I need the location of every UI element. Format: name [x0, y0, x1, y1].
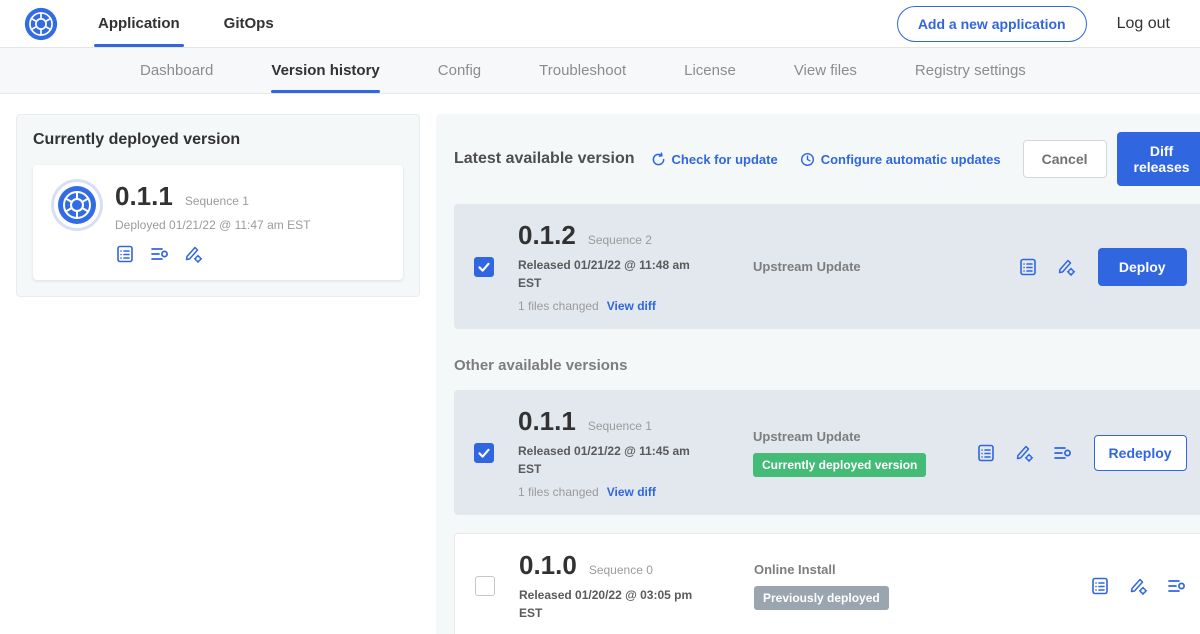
release-notes-icon[interactable]: [1090, 576, 1110, 596]
version-row-0-1-0: 0.1.0 Sequence 0 Released 01/20/22 @ 03:…: [454, 533, 1200, 634]
deployed-timestamp: Deployed 01/21/22 @ 11:47 am EST: [115, 218, 385, 232]
check-for-update-link[interactable]: Check for update: [651, 152, 778, 167]
previously-deployed-badge: Previously deployed: [754, 586, 889, 610]
tab-gitops[interactable]: GitOps: [224, 0, 274, 47]
released-timestamp: Released 01/21/22 @ 11:48 am EST: [518, 256, 703, 292]
view-diff-link[interactable]: View diff: [607, 299, 656, 313]
version-info: 0.1.0 Sequence 0 Released 01/20/22 @ 03:…: [519, 550, 754, 622]
subnav-view-files[interactable]: View files: [794, 48, 857, 93]
subnav-license[interactable]: License: [684, 48, 736, 93]
subnav-version-history[interactable]: Version history: [271, 48, 379, 93]
version-checkbox[interactable]: [474, 443, 494, 463]
currently-deployed-panel: Currently deployed version: [16, 114, 420, 297]
logout-link[interactable]: Log out: [1117, 15, 1170, 33]
version-actions: Redeploy: [976, 435, 1187, 471]
view-logs-icon[interactable]: [1166, 576, 1186, 596]
view-logs-icon[interactable]: [149, 244, 169, 264]
version-source: Online Install Previously deployed: [754, 562, 1090, 610]
view-logs-icon[interactable]: [1052, 443, 1072, 463]
kubernetes-app-icon: [57, 185, 97, 225]
deployed-panel-title: Currently deployed version: [33, 131, 403, 149]
add-application-button[interactable]: Add a new application: [897, 6, 1087, 42]
deployed-version-info: 0.1.1 Sequence 1 Deployed 01/21/22 @ 11:…: [115, 181, 385, 264]
version-source: Upstream Update Currently deployed versi…: [753, 429, 976, 477]
subnav-troubleshoot[interactable]: Troubleshoot: [539, 48, 626, 93]
main-content: Currently deployed version: [0, 94, 1200, 634]
edit-config-icon[interactable]: [1014, 443, 1034, 463]
primary-tabs: Application GitOps: [98, 0, 274, 47]
deployed-action-icons: [115, 244, 385, 264]
other-versions-title: Other available versions: [454, 357, 1200, 374]
top-navbar: Application GitOps Add a new application…: [0, 0, 1200, 48]
source-label: Upstream Update: [753, 259, 1018, 274]
files-changed-label: 1 files changed: [518, 299, 599, 313]
version-checkbox[interactable]: [474, 257, 494, 277]
latest-header: Latest available version Check for updat…: [454, 132, 1200, 186]
refresh-icon: [651, 152, 666, 167]
source-label: Upstream Update: [753, 429, 976, 444]
edit-config-icon[interactable]: [183, 244, 203, 264]
released-timestamp: Released 01/20/22 @ 03:05 pm EST: [519, 586, 704, 622]
deployed-sequence: Sequence 1: [185, 194, 249, 208]
deployed-version-card: 0.1.1 Sequence 1 Deployed 01/21/22 @ 11:…: [33, 165, 403, 280]
configure-automatic-updates-link[interactable]: Configure automatic updates: [800, 152, 1001, 167]
released-timestamp: Released 01/21/22 @ 11:45 am EST: [518, 442, 703, 478]
release-notes-icon[interactable]: [115, 244, 135, 264]
release-notes-icon[interactable]: [976, 443, 996, 463]
version-actions: [1090, 576, 1186, 596]
files-changed-label: 1 files changed: [518, 485, 599, 499]
navbar-right: Add a new application Log out: [897, 6, 1170, 42]
diff-releases-button[interactable]: Diff releases: [1117, 132, 1200, 186]
subnav-registry-settings[interactable]: Registry settings: [915, 48, 1026, 93]
configure-automatic-updates-label: Configure automatic updates: [821, 152, 1001, 167]
latest-panel-title: Latest available version: [454, 150, 635, 168]
version-row-0-1-1: 0.1.1 Sequence 1 Released 01/21/22 @ 11:…: [454, 390, 1200, 515]
redeploy-button[interactable]: Redeploy: [1094, 435, 1187, 471]
version-number: 0.1.0: [519, 550, 577, 581]
version-number: 0.1.1: [518, 406, 576, 437]
deploy-button[interactable]: Deploy: [1098, 248, 1187, 286]
tab-application[interactable]: Application: [98, 0, 180, 47]
version-sequence: Sequence 2: [588, 233, 652, 247]
edit-config-icon[interactable]: [1056, 257, 1076, 277]
edit-config-icon[interactable]: [1128, 576, 1148, 596]
kubernetes-logo: [24, 7, 58, 41]
latest-version-panel: Latest available version Check for updat…: [436, 114, 1200, 634]
version-row-0-1-2: 0.1.2 Sequence 2 Released 01/21/22 @ 11:…: [454, 204, 1200, 329]
subnav-config[interactable]: Config: [438, 48, 481, 93]
release-notes-icon[interactable]: [1018, 257, 1038, 277]
version-actions: Deploy: [1018, 248, 1187, 286]
version-sequence: Sequence 0: [589, 563, 653, 577]
cancel-button[interactable]: Cancel: [1023, 140, 1107, 178]
version-info: 0.1.2 Sequence 2 Released 01/21/22 @ 11:…: [518, 220, 753, 313]
version-source: Upstream Update: [753, 259, 1018, 274]
version-checkbox[interactable]: [475, 576, 495, 596]
deployed-version-number: 0.1.1: [115, 181, 173, 212]
app-subnav: Dashboard Version history Config Trouble…: [0, 48, 1200, 94]
source-label: Online Install: [754, 562, 1090, 577]
check-for-update-label: Check for update: [672, 152, 778, 167]
currently-deployed-badge: Currently deployed version: [753, 453, 926, 477]
subnav-dashboard[interactable]: Dashboard: [140, 48, 213, 93]
view-diff-link[interactable]: View diff: [607, 485, 656, 499]
version-sequence: Sequence 1: [588, 419, 652, 433]
clock-icon: [800, 152, 815, 167]
version-number: 0.1.2: [518, 220, 576, 251]
version-info: 0.1.1 Sequence 1 Released 01/21/22 @ 11:…: [518, 406, 753, 499]
